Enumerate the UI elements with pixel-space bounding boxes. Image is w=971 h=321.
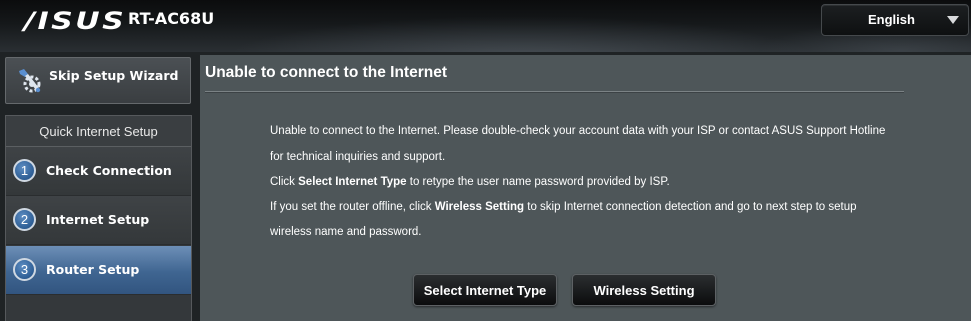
header-bar: /ISUS RT-AC68U English xyxy=(0,0,971,52)
step-label: Check Connection xyxy=(46,163,172,178)
step-label: Internet Setup xyxy=(46,212,150,227)
main-content: Unable to connect to the Internet Unable… xyxy=(200,55,971,321)
message-line-1: Unable to connect to the Internet. Pleas… xyxy=(270,125,886,137)
message-text: Click xyxy=(270,176,299,188)
asus-quick-setup-page: /ISUS RT-AC68U English Skip Setup Wizard… xyxy=(0,0,971,321)
step-router-setup[interactable]: 3 Router Setup xyxy=(6,246,191,295)
language-select[interactable]: English xyxy=(821,4,969,36)
language-selected-value: English xyxy=(868,12,915,27)
message-line-4: If you set the router offline, click Wir… xyxy=(270,201,950,214)
quick-setup-steps: Quick Internet Setup 1 Check Connection … xyxy=(5,115,192,321)
step-label: Router Setup xyxy=(46,262,140,277)
step-number-badge: 2 xyxy=(13,208,36,231)
message-text: to skip Internet connection detection an… xyxy=(524,201,857,213)
page-title: Unable to connect to the Internet xyxy=(205,64,447,81)
message-text: If you set the router offline, click xyxy=(270,201,435,213)
message-line-3: Click Select Internet Type to retype the… xyxy=(270,176,950,189)
chevron-down-icon xyxy=(947,16,959,24)
wireless-setting-emphasis: Wireless Setting xyxy=(434,201,525,213)
step-internet-setup[interactable]: 2 Internet Setup xyxy=(6,196,191,245)
title-divider xyxy=(205,91,904,93)
skip-setup-wizard-button[interactable]: Skip Setup Wizard xyxy=(5,57,191,104)
step-number-badge: 1 xyxy=(13,159,36,182)
asus-logo: /ISUS xyxy=(24,7,127,35)
step-check-connection[interactable]: 1 Check Connection xyxy=(6,147,191,196)
select-internet-type-emphasis: Select Internet Type xyxy=(298,176,407,188)
model-name: RT-AC68U xyxy=(128,9,215,28)
wrench-gear-icon xyxy=(19,69,41,93)
select-internet-type-button[interactable]: Select Internet Type xyxy=(413,274,557,306)
message-line-2: for technical inquiries and support. xyxy=(270,151,446,163)
steps-title: Quick Internet Setup xyxy=(6,116,191,147)
wireless-setting-button[interactable]: Wireless Setting xyxy=(572,274,716,306)
message-line-5: wireless name and password. xyxy=(270,226,422,238)
step-number-badge: 3 xyxy=(13,258,36,281)
message-text: to retype the user name password provide… xyxy=(406,176,670,188)
skip-setup-wizard-label: Skip Setup Wizard xyxy=(49,68,179,83)
